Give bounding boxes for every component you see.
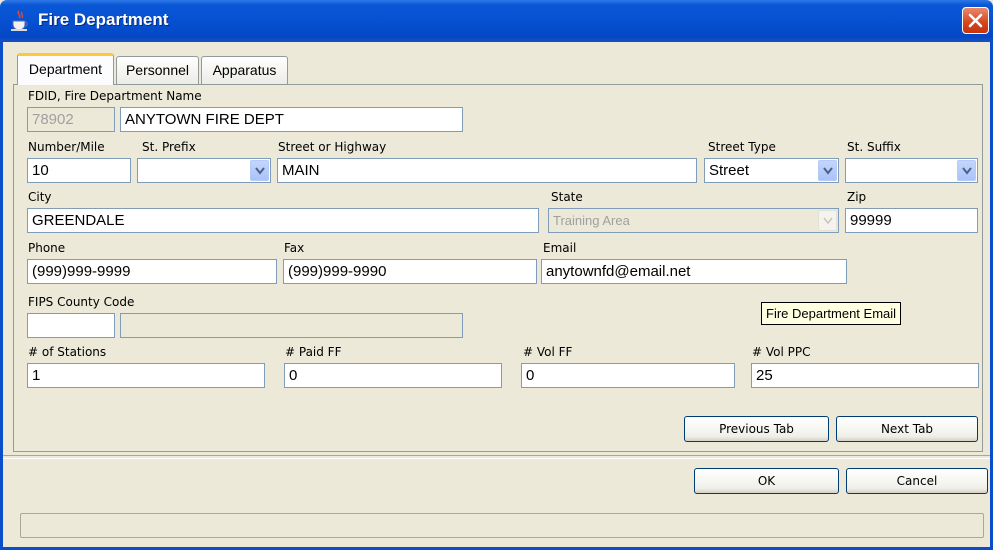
- state-select: Training Area: [548, 208, 839, 233]
- tab-label: Department: [28, 61, 103, 77]
- street-type-value: Street: [709, 162, 750, 179]
- tab-department[interactable]: Department: [17, 53, 114, 85]
- tab-label: Apparatus: [212, 62, 277, 78]
- stations-label: # of Stations: [28, 345, 107, 359]
- next-tab-button[interactable]: Next Tab: [836, 416, 978, 442]
- st-suffix-label: St. Suffix: [847, 140, 901, 154]
- fdid-field: 78902: [27, 107, 115, 132]
- street-field[interactable]: MAIN: [277, 158, 697, 183]
- previous-tab-button[interactable]: Previous Tab: [684, 416, 829, 442]
- fdid-name-label: FDID, Fire Department Name: [28, 89, 202, 103]
- tab-apparatus[interactable]: Apparatus: [201, 56, 288, 84]
- dropdown-button[interactable]: [818, 160, 837, 181]
- email-label: Email: [543, 241, 577, 255]
- email-field[interactable]: anytownfd@email.net: [541, 259, 847, 284]
- tab-label: Personnel: [125, 62, 190, 78]
- fips-county-code-field[interactable]: [27, 313, 115, 338]
- dropdown-button: [818, 210, 837, 231]
- zip-label: Zip: [847, 190, 867, 204]
- chevron-down-icon: [255, 167, 265, 175]
- title-bar[interactable]: Fire Department: [0, 0, 993, 42]
- vol-ff-label: # Vol FF: [523, 345, 573, 359]
- st-prefix-label: St. Prefix: [142, 140, 196, 154]
- paid-ff-label: # Paid FF: [285, 345, 342, 359]
- fax-field[interactable]: (999)999-9990: [283, 259, 537, 284]
- city-label: City: [28, 190, 52, 204]
- fips-county-code-label: FIPS County Code: [28, 295, 135, 309]
- tab-personnel[interactable]: Personnel: [116, 56, 199, 84]
- dropdown-button[interactable]: [957, 160, 976, 181]
- zip-field[interactable]: 99999: [845, 208, 978, 233]
- stations-field[interactable]: 1: [27, 363, 265, 388]
- phone-label: Phone: [28, 241, 66, 255]
- st-suffix-select[interactable]: [845, 158, 978, 183]
- ok-button[interactable]: OK: [694, 468, 839, 494]
- cancel-button[interactable]: Cancel: [846, 468, 988, 494]
- email-tooltip: Fire Department Email: [761, 302, 902, 325]
- street-type-label: Street Type: [708, 140, 776, 154]
- close-button[interactable]: [962, 7, 989, 34]
- state-label: State: [551, 190, 583, 204]
- window-title: Fire Department: [38, 10, 169, 29]
- number-mile-label: Number/Mile: [28, 140, 105, 154]
- vol-ppc-field[interactable]: 25: [751, 363, 979, 388]
- st-prefix-select[interactable]: [137, 158, 271, 183]
- state-value: Training Area: [553, 213, 630, 228]
- fips-county-name-field: [120, 313, 463, 338]
- department-name-field[interactable]: ANYTOWN FIRE DEPT: [120, 107, 463, 132]
- street-label: Street or Highway: [278, 140, 387, 154]
- java-coffee-icon: [10, 10, 30, 32]
- chevron-down-icon: [823, 167, 833, 175]
- close-icon: [968, 13, 983, 28]
- number-mile-field[interactable]: 10: [27, 158, 131, 183]
- street-type-select[interactable]: Street: [704, 158, 839, 183]
- vol-ppc-label: # Vol PPC: [752, 345, 811, 359]
- paid-ff-field[interactable]: 0: [284, 363, 502, 388]
- chevron-down-icon: [962, 167, 972, 175]
- phone-field[interactable]: (999)999-9999: [27, 259, 277, 284]
- vol-ff-field[interactable]: 0: [521, 363, 735, 388]
- fax-label: Fax: [284, 241, 305, 255]
- city-field[interactable]: GREENDALE: [27, 208, 539, 233]
- chevron-down-icon: [823, 217, 833, 225]
- dropdown-button[interactable]: [250, 160, 269, 181]
- status-bar: [20, 513, 984, 538]
- separator: [3, 455, 990, 459]
